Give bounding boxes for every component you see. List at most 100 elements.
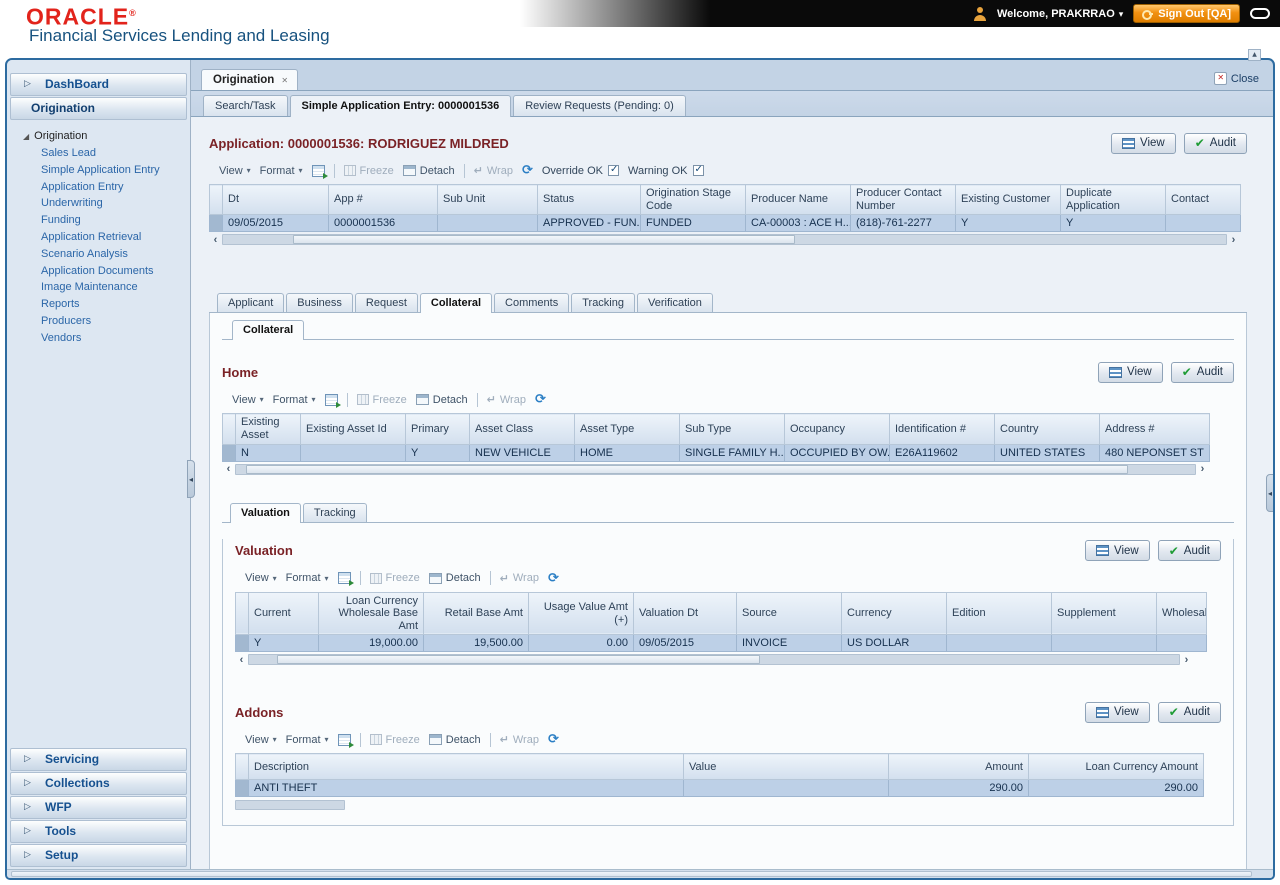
tree-item-producers[interactable]: Producers: [23, 313, 188, 330]
sidebar-item-tools[interactable]: Tools: [10, 820, 187, 843]
main-tab-review-requests-pending-0[interactable]: Review Requests (Pending: 0): [513, 95, 686, 116]
tab-applicant[interactable]: Applicant: [217, 293, 285, 313]
column-header-asset-type[interactable]: Asset Type: [574, 413, 680, 445]
cell[interactable]: [437, 214, 538, 233]
format-menu[interactable]: Format: [273, 394, 316, 406]
tree-item-simple-application-entry[interactable]: Simple Application Entry: [23, 162, 188, 179]
scroll-up-arrow[interactable]: [1248, 49, 1261, 61]
scrollbar-thumb[interactable]: [276, 655, 761, 665]
tab-origination-window[interactable]: Origination: [201, 69, 299, 90]
view-menu[interactable]: View: [219, 165, 251, 177]
tree-item-application-retrieval[interactable]: Application Retrieval: [23, 229, 188, 246]
column-header-sub-type[interactable]: Sub Type: [679, 413, 785, 445]
table-row[interactable]: 09/05/2015 0000001536 APPROVED - FUN... FUN…: [209, 214, 1241, 233]
tab-business[interactable]: Business: [286, 293, 353, 313]
scrollbar-thumb[interactable]: [11, 871, 1252, 877]
cell[interactable]: [1051, 634, 1157, 653]
column-header-value[interactable]: Value: [683, 753, 889, 781]
export-icon[interactable]: [324, 393, 341, 408]
window-horizontal-scrollbar[interactable]: [7, 869, 1273, 878]
cell[interactable]: HOME: [574, 443, 680, 462]
scrollbar-track[interactable]: [222, 234, 1227, 246]
cell[interactable]: 290.00: [1028, 779, 1204, 798]
cell[interactable]: US DOLLAR: [841, 634, 947, 653]
tree-item-funding[interactable]: Funding: [23, 212, 188, 229]
welcome-user-menu[interactable]: Welcome, PRAKRRAO: [997, 8, 1123, 20]
scroll-left-icon[interactable]: [235, 654, 248, 666]
column-header-valuation-dt[interactable]: Valuation Dt: [633, 591, 737, 636]
cell[interactable]: Y: [405, 443, 470, 462]
column-header-address[interactable]: Address #: [1099, 413, 1210, 445]
column-header-source[interactable]: Source: [736, 591, 842, 636]
refresh-icon[interactable]: [548, 571, 559, 586]
cell[interactable]: Y: [955, 214, 1061, 233]
column-header-primary[interactable]: Primary: [405, 413, 470, 445]
scroll-right-icon[interactable]: [1196, 463, 1209, 475]
column-header-existing-asset-id[interactable]: Existing Asset Id: [300, 413, 406, 445]
horizontal-scrollbar[interactable]: [235, 653, 1193, 666]
column-header-duplicate-application[interactable]: Duplicate Application: [1060, 184, 1166, 216]
cell[interactable]: 480 NEPONSET ST: [1099, 443, 1210, 462]
freeze-button[interactable]: Freeze: [343, 165, 394, 177]
sidebar-item-dashboard[interactable]: DashBoard: [10, 73, 187, 96]
view-menu[interactable]: View: [245, 734, 277, 746]
cell[interactable]: ANTI THEFT: [248, 779, 684, 798]
view-button[interactable]: View: [1098, 361, 1163, 383]
column-header-asset-class[interactable]: Asset Class: [469, 413, 575, 445]
tree-item-sales-lead[interactable]: Sales Lead: [23, 145, 188, 162]
cell[interactable]: [1156, 634, 1207, 653]
panel-collapse-handle-right[interactable]: [1266, 474, 1273, 512]
column-header-loan-currency-wholesale-base-amt[interactable]: Loan Currency Wholesale Base Amt: [318, 591, 424, 636]
column-header-sub-unit[interactable]: Sub Unit: [437, 184, 538, 216]
cell[interactable]: 19,500.00: [423, 634, 529, 653]
cell[interactable]: [683, 779, 889, 798]
view-button[interactable]: View: [1085, 540, 1150, 562]
scroll-left-icon[interactable]: [222, 463, 235, 475]
cell[interactable]: OCCUPIED BY OW...: [784, 443, 890, 462]
sidebar-item-origination[interactable]: Origination: [10, 97, 187, 120]
column-header-wholesale[interactable]: Wholesale: [1156, 591, 1207, 636]
tree-item-underwriting[interactable]: Underwriting: [23, 195, 188, 212]
refresh-icon[interactable]: [535, 392, 546, 407]
row-selector[interactable]: [209, 214, 223, 233]
column-header-app[interactable]: App #: [328, 184, 438, 216]
tab-comments[interactable]: Comments: [494, 293, 570, 313]
wrap-button[interactable]: Wrap: [500, 733, 539, 746]
cell[interactable]: 0000001536: [328, 214, 438, 233]
table-row[interactable]: N Y NEW VEHICLE HOME SINGLE FAMILY H... OCCUP…: [222, 443, 1210, 462]
format-menu[interactable]: Format: [260, 165, 303, 177]
cell[interactable]: APPROVED - FUN...: [537, 214, 641, 233]
cell[interactable]: FUNDED: [640, 214, 746, 233]
tree-item-reports[interactable]: Reports: [23, 296, 188, 313]
column-header-currency[interactable]: Currency: [841, 591, 947, 636]
cell[interactable]: SINGLE FAMILY H...: [679, 443, 785, 462]
tab-collateral[interactable]: Collateral: [419, 293, 493, 314]
export-icon[interactable]: [311, 164, 328, 179]
close-button[interactable]: Close: [1213, 72, 1259, 90]
table-row[interactable]: ANTI THEFT 290.00 290.00: [235, 779, 1204, 798]
tree-item-vendors[interactable]: Vendors: [23, 330, 188, 347]
format-menu[interactable]: Format: [286, 572, 329, 584]
export-icon[interactable]: [337, 733, 354, 748]
sidebar-collapse-handle[interactable]: [187, 460, 195, 498]
wrap-button[interactable]: Wrap: [487, 393, 526, 406]
column-header-origination-stage-code[interactable]: Origination Stage Code: [640, 184, 746, 216]
main-tab-simple-application-entry-0000001536[interactable]: Simple Application Entry: 0000001536: [289, 95, 512, 117]
export-icon[interactable]: [337, 572, 354, 587]
column-header-amount[interactable]: Amount: [888, 753, 1029, 781]
horizontal-scrollbar[interactable]: [209, 233, 1240, 246]
cell[interactable]: Y: [248, 634, 319, 653]
column-header-contact[interactable]: Contact: [1165, 184, 1241, 216]
override-ok-checkbox[interactable]: Override OK: [542, 164, 619, 177]
freeze-button[interactable]: Freeze: [356, 394, 407, 406]
sidebar-item-servicing[interactable]: Servicing: [10, 748, 187, 771]
scrollbar-track[interactable]: [235, 463, 1196, 475]
column-header-current[interactable]: Current: [248, 591, 319, 636]
cell[interactable]: CA-00003 : ACE H...: [745, 214, 851, 233]
format-menu[interactable]: Format: [286, 734, 329, 746]
tab-valuation[interactable]: Valuation: [230, 502, 301, 523]
view-button[interactable]: View: [1111, 132, 1176, 154]
cell[interactable]: UNITED STATES: [994, 443, 1100, 462]
column-header-retail-base-amt[interactable]: Retail Base Amt: [423, 591, 529, 636]
row-selector[interactable]: [235, 779, 249, 798]
